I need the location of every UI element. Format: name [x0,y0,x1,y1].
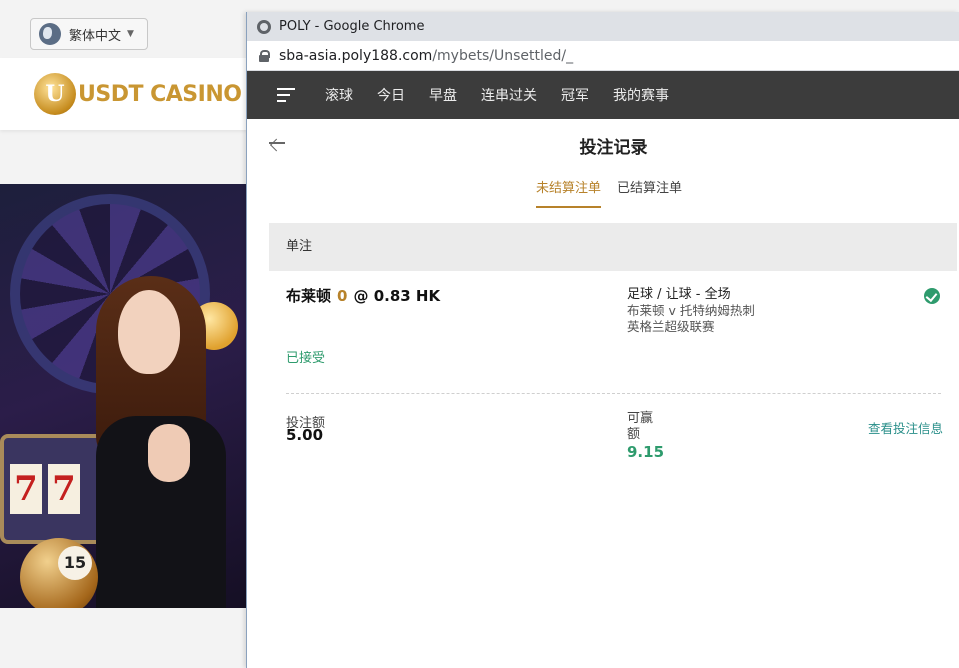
logo-coin-icon: U [34,73,76,115]
market-info: 足球 / 让球 - 全场 布莱顿 v 托特纳姆热刺 英格兰超级联赛 [627,287,755,335]
dashed-divider [286,393,941,394]
window-title: POLY - Google Chrome [279,19,425,34]
stake-value: 5.00 [286,426,324,444]
odds-value: 0.83 HK [373,287,441,305]
nav-item-early[interactable]: 早盘 [429,85,457,105]
section-header-single: 单注 [269,223,957,271]
bet-status: 已接受 [286,351,326,366]
bet-tabs: 未结算注单 已结算注单 [536,177,698,208]
ball-number: 15 [58,546,92,580]
check-circle-icon [924,288,940,304]
url-path: /mybets/Unsettled/_ [432,47,574,64]
slot-digit: 7 [10,464,42,514]
nav-item-today[interactable]: 今日 [377,85,405,105]
language-selector[interactable]: 繁体中文 ▼ [30,18,148,50]
billiard-ball-graphic: 15 [20,538,98,608]
page-title: 投注记录 [579,138,648,158]
logo-text[interactable]: USDT CASINO [78,82,242,107]
chrome-favicon-icon [257,19,271,34]
language-label: 繁体中文 [69,28,122,44]
chrome-window: POLY - Google Chrome sba-asia.poly188.co… [246,12,959,668]
market-type: 足球 / 让球 - 全场 [627,287,731,302]
handicap-value: 0 [337,287,348,305]
bet-history-page: 投注记录 未结算注单 已结算注单 单注 布莱顿 0 @ 0.83 HK 足球 / 让… [247,119,959,668]
globe-icon [39,23,61,45]
tab-unsettled[interactable]: 未结算注单 [536,177,602,208]
face-graphic [118,290,180,374]
view-bet-info-link[interactable]: 查看投注信息 [868,418,943,437]
page-footer-area [0,608,248,668]
caret-down-icon: ▼ [127,29,134,39]
nav-item-live[interactable]: 滚球 [325,85,353,105]
promo-banner[interactable]: 77 15 [0,184,248,608]
model-graphic [96,276,226,608]
hands-graphic [148,424,190,482]
menu-icon[interactable] [277,88,295,102]
bet-item: 布莱顿 0 @ 0.83 HK 足球 / 让球 - 全场 布莱顿 v 托特纳姆热刺 … [269,271,957,383]
window-titlebar[interactable]: POLY - Google Chrome [247,12,959,41]
sports-nav-bar: 滚球 今日 早盘 连串过关 冠军 我的赛事 [247,71,959,119]
win-value: 9.15 [627,443,665,461]
nav-item-outright[interactable]: 冠军 [561,85,589,105]
nav-item-parlay[interactable]: 连串过关 [481,85,537,105]
bet-selection: 布莱顿 0 @ 0.83 HK [286,285,440,306]
tab-settled[interactable]: 已结算注单 [617,177,682,208]
address-bar[interactable]: sba-asia.poly188.com/mybets/Unsettled/_ [247,41,959,71]
league-name: 英格兰超级联赛 [627,319,715,334]
nav-item-my-events[interactable]: 我的赛事 [613,85,669,105]
at-symbol: @ [353,287,369,305]
site-logo-bar: U USDT CASINO [0,58,248,130]
win-label: 可赢额 [627,411,654,442]
match-name: 布莱顿 v 托特纳姆热刺 [627,303,755,318]
selection-team: 布莱顿 [286,287,332,305]
lock-icon [259,49,270,62]
slot-digit: 7 [48,464,80,514]
url-host: sba-asia.poly188.com [279,47,433,64]
